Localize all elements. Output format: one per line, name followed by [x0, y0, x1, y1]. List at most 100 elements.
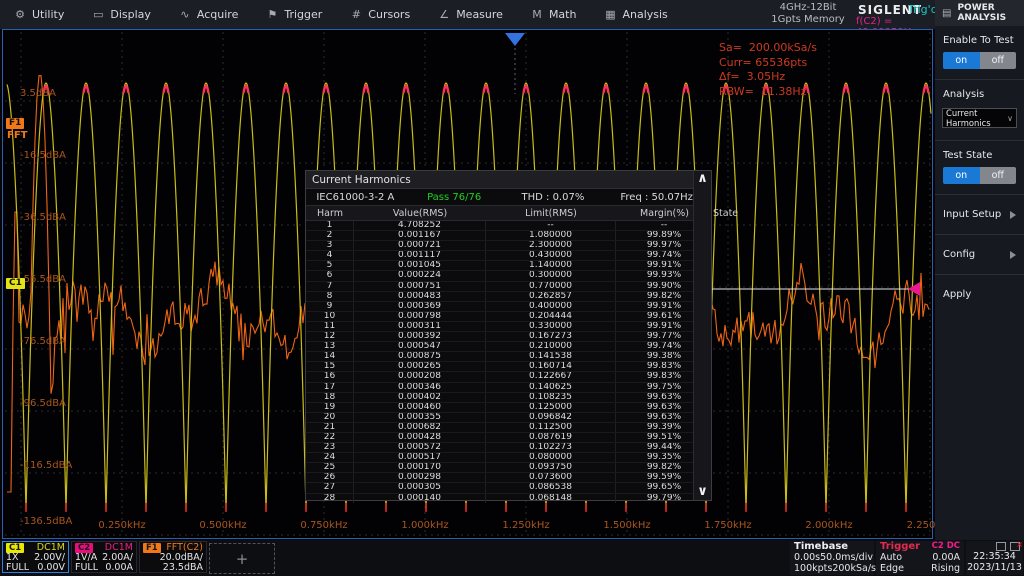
- config-item[interactable]: Config: [935, 235, 1024, 274]
- timebase-descriptor[interactable]: Timebase 0.00s50.0ms/div 100kpts200kSa/s: [790, 541, 874, 575]
- table-row[interactable]: 210.0006820.11250099.39%PASS: [306, 423, 711, 433]
- harmonics-table-body[interactable]: 14.708252----NON SPEC20.0011671.08000099…: [306, 221, 711, 503]
- y-axis-label: -76.5dBA: [20, 336, 66, 347]
- y-axis-label: -136.5dBA: [20, 516, 72, 527]
- chevron-down-icon: ∨: [1007, 114, 1013, 123]
- table-row[interactable]: 230.0005720.10227399.44%PASS: [306, 443, 711, 453]
- menu-analysis[interactable]: ▦ Analysis: [590, 0, 681, 29]
- table-row[interactable]: 40.0011170.43000099.74%PASS: [306, 251, 711, 261]
- channel-f1-descriptor[interactable]: F1FFT(C2) 20.0dBA/ 23.5dBA: [139, 541, 207, 573]
- y-axis-label: -116.5dBA: [20, 460, 72, 471]
- channel-c2-descriptor[interactable]: C2DC1M 1V/A2.00A/ FULL0.00A: [71, 541, 137, 573]
- apply-item[interactable]: Apply: [935, 275, 1024, 314]
- network-icon: [996, 542, 1006, 551]
- measure-icon: ∠: [438, 8, 450, 21]
- network-error-icon: ×: [1010, 542, 1020, 551]
- table-row[interactable]: 130.0005470.21000099.74%PASS: [306, 342, 711, 352]
- table-row[interactable]: 120.0003920.16727399.77%PASS: [306, 332, 711, 342]
- menu-bar: ⚙Utility ▭Display ∿Acquire ⚑Trigger # Cur…: [0, 0, 935, 29]
- pass-summary: Pass 76/76: [405, 192, 504, 203]
- menu-label: Cursors: [368, 8, 410, 21]
- f1-trace-badge[interactable]: F1: [6, 118, 24, 129]
- table-row[interactable]: 150.0002650.16071499.83%PASS: [306, 362, 711, 372]
- menu-display[interactable]: ▭Display: [78, 0, 165, 29]
- x-axis-label: 1.750kHz: [696, 520, 760, 531]
- table-row[interactable]: 70.0007510.77000099.90%PASS: [306, 282, 711, 292]
- menu-cursors[interactable]: # Cursors: [336, 0, 424, 29]
- table-row[interactable]: 110.0003110.33000099.91%PASS: [306, 322, 711, 332]
- table-row[interactable]: 50.0010451.14000099.91%PASS: [306, 261, 711, 271]
- f1-trace-tag: FFT: [7, 130, 27, 141]
- cursors-icon: #: [350, 8, 362, 21]
- table-row[interactable]: 240.0005170.08000099.35%PASS: [306, 453, 711, 463]
- table-row[interactable]: 14.708252----NON SPEC: [306, 221, 711, 231]
- table-row[interactable]: 160.0002080.12266799.83%PASS: [306, 372, 711, 382]
- y-axis-label: -96.5dBA: [20, 398, 66, 409]
- menu-label: Analysis: [622, 8, 667, 21]
- trigger-descriptor[interactable]: TriggerC2 DC Auto0.00A EdgeRising: [876, 541, 964, 575]
- table-row[interactable]: 250.0001700.09375099.82%PASS: [306, 463, 711, 473]
- plus-icon: +: [236, 550, 249, 568]
- y-axis-label: -56.5dBA: [20, 274, 66, 285]
- channel-c1-descriptor[interactable]: C1DC1M 1X2.00V/ FULL0.00V: [2, 541, 69, 573]
- menu-utility[interactable]: ⚙Utility: [0, 0, 78, 29]
- analysis-label: Analysis: [935, 80, 1024, 105]
- table-row[interactable]: 140.0008750.14153899.38%PASS: [306, 352, 711, 362]
- c1-trace-badge[interactable]: C1: [6, 278, 25, 289]
- x-axis-label: 0.500kHz: [191, 520, 255, 531]
- display-icon: ▭: [92, 8, 104, 21]
- y-axis-label: -36.5dBA: [20, 212, 66, 223]
- input-setup-label: Input Setup: [943, 209, 1001, 220]
- table-scrollbar[interactable]: ∧ ∨: [693, 171, 711, 500]
- table-row[interactable]: 60.0002240.30000099.93%PASS: [306, 271, 711, 281]
- menu-math[interactable]: MMath: [517, 0, 591, 29]
- table-row[interactable]: 80.0004830.26285799.82%PASS: [306, 292, 711, 302]
- table-row[interactable]: 100.0007980.20444499.61%PASS: [306, 312, 711, 322]
- menu-measure[interactable]: ∠ Measure: [424, 0, 517, 29]
- x-axis-label: 2.000kHz: [797, 520, 861, 531]
- menu-list-icon: ▤: [942, 8, 951, 19]
- dialog-title: Current Harmonics: [312, 174, 411, 186]
- test-state-off-button[interactable]: off: [980, 167, 1017, 184]
- menu-label: Utility: [32, 8, 64, 21]
- menu-acquire[interactable]: ∿Acquire: [165, 0, 252, 29]
- table-row[interactable]: 20.0011671.08000099.89%PASS: [306, 231, 711, 241]
- dialog-title-bar[interactable]: Current Harmonics ×: [306, 171, 711, 189]
- table-row[interactable]: 170.0003460.14062599.75%PASS: [306, 383, 711, 393]
- table-row[interactable]: 280.0001400.06814899.79%PASS: [306, 494, 711, 503]
- enable-on-button[interactable]: on: [943, 52, 980, 69]
- menu-label: Measure: [456, 8, 503, 21]
- menu-trigger[interactable]: ⚑Trigger: [252, 0, 336, 29]
- y-axis-label: -16.5dBA: [20, 150, 66, 161]
- table-row[interactable]: 30.0007212.30000099.97%PASS: [306, 241, 711, 251]
- scroll-down-icon[interactable]: ∨: [697, 484, 708, 500]
- table-row[interactable]: 200.0003550.09684299.63%PASS: [306, 413, 711, 423]
- math-icon: M: [531, 8, 543, 21]
- status-bar: C1DC1M 1X2.00V/ FULL0.00V C2DC1M 1V/A2.0…: [0, 540, 1024, 576]
- table-row[interactable]: 260.0002980.07360099.59%PASS: [306, 473, 711, 483]
- menu-label: Trigger: [284, 8, 322, 21]
- trigger-position-icon[interactable]: [505, 33, 525, 46]
- thd-readout: THD : 0.07%: [504, 192, 603, 203]
- table-row[interactable]: 90.0003690.40000099.91%PASS: [306, 302, 711, 312]
- test-state-on-button[interactable]: on: [943, 167, 980, 184]
- menu-label: Acquire: [197, 8, 238, 21]
- x-axis-label: 1.500kHz: [595, 520, 659, 531]
- analysis-dropdown[interactable]: Current Harmonics ∨: [942, 108, 1017, 128]
- analysis-icon: ▦: [604, 8, 616, 21]
- x-axis-label: 0.250kHz: [90, 520, 154, 531]
- add-channel-button[interactable]: +: [209, 543, 275, 574]
- table-row[interactable]: 180.0004020.10823599.63%PASS: [306, 393, 711, 403]
- expand-arrow-icon: [1010, 251, 1016, 259]
- scroll-up-icon[interactable]: ∧: [697, 171, 708, 187]
- input-setup-item[interactable]: Input Setup: [935, 195, 1024, 234]
- dialog-summary-row: IEC61000-3-2 A Pass 76/76 THD : 0.07% Fr…: [306, 189, 711, 206]
- table-row[interactable]: 220.0004280.08761999.51%PASS: [306, 433, 711, 443]
- enable-off-button[interactable]: off: [980, 52, 1017, 69]
- fft-acquisition-info: Sa= 200.00kSa/s Curr= 65536pts Δf= 3.05H…: [719, 41, 817, 99]
- table-row[interactable]: 270.0003050.08653899.65%PASS: [306, 483, 711, 493]
- panel-header[interactable]: ▤ POWER ANALYSIS: [935, 0, 1024, 26]
- clock-date: 2023/11/13: [966, 562, 1023, 573]
- apply-label: Apply: [943, 289, 971, 300]
- table-row[interactable]: 190.0004600.12500099.63%PASS: [306, 403, 711, 413]
